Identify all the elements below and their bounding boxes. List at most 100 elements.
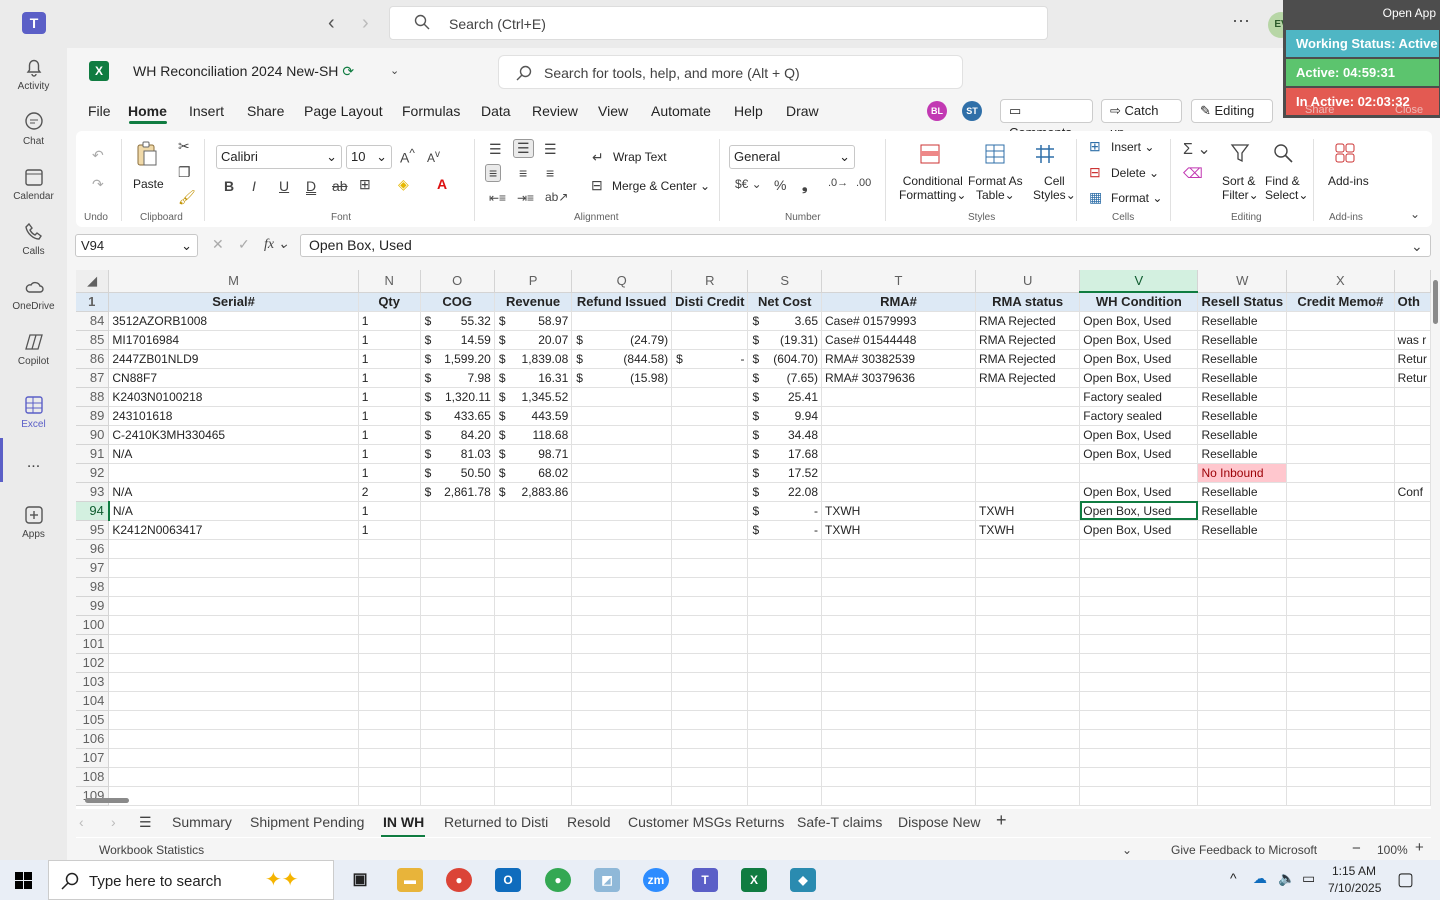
- empty-cell[interactable]: [671, 596, 749, 616]
- cell-rma[interactable]: Case# 01544448: [821, 330, 977, 350]
- taskbar-search-box[interactable]: Type here to search ✦✦: [48, 860, 334, 900]
- empty-cell[interactable]: [747, 710, 822, 730]
- copilot-sparkle-icon[interactable]: ✦✦: [265, 867, 299, 892]
- empty-cell[interactable]: [1394, 710, 1431, 730]
- cell-rma_status[interactable]: RMA Rejected: [975, 311, 1081, 331]
- cell-credit[interactable]: [1286, 368, 1395, 388]
- cell-cog[interactable]: $1,599.20: [420, 349, 495, 369]
- cell-resell[interactable]: Resellable: [1197, 349, 1288, 369]
- empty-cell[interactable]: [494, 596, 573, 616]
- empty-cell[interactable]: [358, 634, 421, 654]
- empty-cell[interactable]: [571, 596, 673, 616]
- cell-other[interactable]: [1394, 425, 1431, 445]
- cell-credit[interactable]: [1286, 330, 1395, 350]
- cell-qty[interactable]: 1: [358, 349, 421, 369]
- currency-icon[interactable]: $€ ⌄: [735, 177, 762, 191]
- cell-cond[interactable]: Open Box, Used: [1079, 520, 1199, 540]
- empty-cell[interactable]: [1286, 596, 1395, 616]
- merge-center-button[interactable]: Merge & Center ⌄: [612, 179, 710, 193]
- align-center-icon[interactable]: ≡: [519, 165, 527, 181]
- cell-other[interactable]: [1394, 444, 1431, 464]
- cell-other[interactable]: [1394, 501, 1431, 521]
- empty-cell[interactable]: [494, 653, 573, 673]
- column-header[interactable]: U: [975, 270, 1081, 293]
- empty-cell[interactable]: [571, 710, 673, 730]
- cell-disti[interactable]: [671, 368, 749, 388]
- cell-serial[interactable]: 3512AZORB1008: [108, 311, 359, 331]
- cell-rma[interactable]: [821, 482, 977, 502]
- increase-decimal-icon[interactable]: .0→: [828, 177, 848, 189]
- row-header[interactable]: 97: [76, 558, 110, 578]
- volume-icon[interactable]: 🔈: [1278, 870, 1295, 887]
- cell-rma_status[interactable]: [975, 387, 1081, 407]
- cell-qty[interactable]: 1: [358, 387, 421, 407]
- copy-icon[interactable]: ❐: [178, 164, 191, 181]
- share-button[interactable]: Share: [1305, 104, 1334, 116]
- empty-cell[interactable]: [494, 539, 573, 559]
- cell-net[interactable]: $9.94: [747, 406, 822, 426]
- cell-rev[interactable]: $68.02: [494, 463, 573, 483]
- cell-net[interactable]: $3.65: [747, 311, 822, 331]
- cell-resell[interactable]: Resellable: [1197, 406, 1288, 426]
- cell-rev[interactable]: $20.07: [494, 330, 573, 350]
- row-header[interactable]: 85: [76, 330, 110, 350]
- empty-cell[interactable]: [571, 615, 673, 635]
- column-header[interactable]: [1394, 270, 1431, 293]
- empty-cell[interactable]: [975, 653, 1081, 673]
- fill-color-icon[interactable]: ◈: [398, 176, 409, 193]
- insert-cells-button[interactable]: Insert ⌄: [1111, 140, 1154, 154]
- empty-cell[interactable]: [1197, 672, 1288, 692]
- cell-cog[interactable]: $14.59: [420, 330, 495, 350]
- empty-cell[interactable]: [1286, 672, 1395, 692]
- cell-rma_status[interactable]: RMA Rejected: [975, 349, 1081, 369]
- cell-resell[interactable]: Resellable: [1197, 387, 1288, 407]
- cell-rev[interactable]: $16.31: [494, 368, 573, 388]
- cell-serial[interactable]: C-2410K3MH330465: [108, 425, 359, 445]
- empty-cell[interactable]: [494, 710, 573, 730]
- row-header[interactable]: 99: [76, 596, 110, 616]
- cell-cond[interactable]: Open Box, Used: [1079, 444, 1199, 464]
- cell-cond[interactable]: [1079, 463, 1199, 483]
- cell-serial[interactable]: N/A: [108, 444, 359, 464]
- onedrive-tray-icon[interactable]: ☁: [1253, 870, 1267, 887]
- tab-safe-t-claims[interactable]: Safe-T claims: [797, 814, 882, 830]
- column-header[interactable]: T: [821, 270, 977, 293]
- cell-refund[interactable]: [571, 425, 673, 445]
- empty-cell[interactable]: [821, 539, 977, 559]
- empty-cell[interactable]: [747, 596, 822, 616]
- rail-item-excel[interactable]: Excel: [0, 394, 67, 430]
- empty-cell[interactable]: [821, 691, 977, 711]
- empty-cell[interactable]: [1286, 729, 1395, 749]
- cell-rev[interactable]: [494, 501, 573, 521]
- empty-cell[interactable]: [671, 729, 749, 749]
- conditional-formatting-button[interactable]: Conditional Formatting⌄: [899, 174, 966, 202]
- add-ins-button[interactable]: Add-ins: [1328, 174, 1369, 188]
- cell-qty[interactable]: 1: [358, 520, 421, 540]
- cell-cond[interactable]: Open Box, Used: [1079, 330, 1199, 350]
- cell-credit[interactable]: [1286, 387, 1395, 407]
- underline-icon[interactable]: U: [279, 178, 289, 194]
- empty-cell[interactable]: [671, 558, 749, 578]
- clock-time[interactable]: 1:15 AM: [1332, 864, 1376, 878]
- empty-cell[interactable]: [108, 653, 359, 673]
- empty-cell[interactable]: [747, 577, 822, 597]
- empty-cell[interactable]: [571, 748, 673, 768]
- cell-refund[interactable]: [571, 520, 673, 540]
- file-explorer-icon[interactable]: ▬: [397, 868, 423, 892]
- cell-cond[interactable]: Factory sealed: [1079, 387, 1199, 407]
- empty-cell[interactable]: [1286, 577, 1395, 597]
- row-header[interactable]: 98: [76, 577, 110, 597]
- empty-cell[interactable]: [975, 596, 1081, 616]
- empty-cell[interactable]: [358, 710, 421, 730]
- tool-search-box[interactable]: Search for tools, help, and more (Alt + …: [498, 55, 963, 89]
- cell-disti[interactable]: [671, 311, 749, 331]
- row-header[interactable]: 101: [76, 634, 110, 654]
- delete-cells-button[interactable]: Delete ⌄: [1111, 166, 1159, 180]
- outlook-icon[interactable]: O: [495, 868, 521, 892]
- empty-cell[interactable]: [108, 577, 359, 597]
- empty-cell[interactable]: [747, 748, 822, 768]
- empty-cell[interactable]: [494, 748, 573, 768]
- cell-credit[interactable]: [1286, 444, 1395, 464]
- app-icon[interactable]: ◩: [594, 868, 620, 892]
- empty-cell[interactable]: [108, 767, 359, 787]
